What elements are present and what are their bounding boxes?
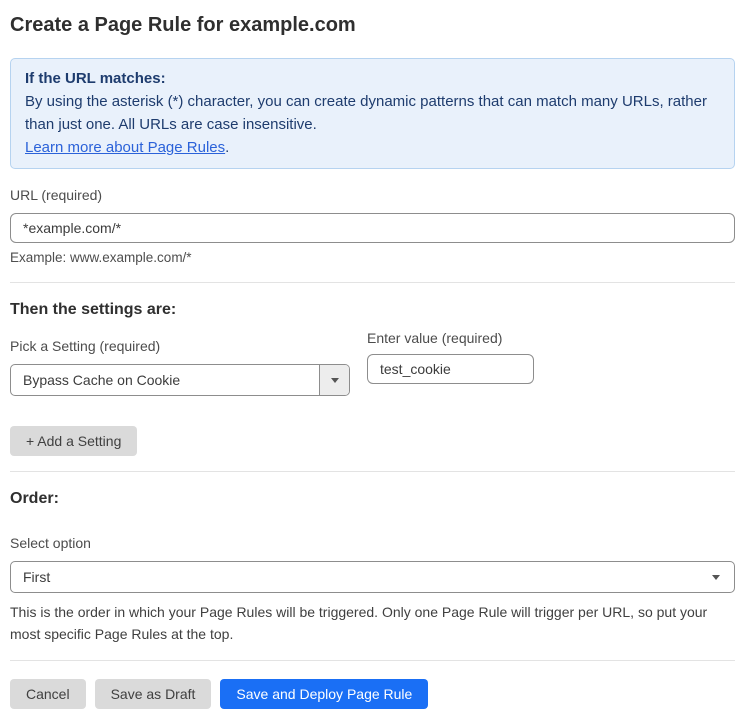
learn-more-link[interactable]: Learn more about Page Rules [25,139,225,156]
url-field-label: URL (required) [10,185,735,205]
divider [10,660,735,661]
pick-setting-dropdown[interactable]: Bypass Cache on Cookie [10,364,350,396]
form-actions: Cancel Save as Draft Save and Deploy Pag… [10,679,735,709]
pick-setting-column: Pick a Setting (required) Bypass Cache o… [10,320,350,396]
info-box-body: By using the asterisk (*) character, you… [25,90,720,136]
divider [10,471,735,472]
cancel-button[interactable]: Cancel [10,679,86,709]
page-title: Create a Page Rule for example.com [10,12,735,38]
order-dropdown[interactable]: First [10,561,735,593]
setting-value-input[interactable] [367,354,534,384]
info-box-link-line: Learn more about Page Rules. [25,136,720,159]
save-as-draft-button[interactable]: Save as Draft [95,679,212,709]
link-period: . [225,139,229,156]
settings-section-heading: Then the settings are: [10,300,735,320]
chevron-down-icon [712,575,720,580]
pick-setting-label: Pick a Setting (required) [10,336,350,356]
order-select-label: Select option [10,533,735,553]
enter-value-column: Enter value (required) [367,320,534,384]
url-matches-info-box: If the URL matches: By using the asteris… [10,58,735,169]
divider [10,282,735,283]
url-example-hint: Example: www.example.com/* [10,249,735,267]
dropdown-arrow-button[interactable] [319,365,349,395]
chevron-down-icon [331,378,339,383]
save-and-deploy-button[interactable]: Save and Deploy Page Rule [220,679,428,709]
enter-value-label: Enter value (required) [367,328,534,348]
url-input[interactable] [10,213,735,243]
pick-setting-selected-value: Bypass Cache on Cookie [11,372,319,388]
order-help-text: This is the order in which your Page Rul… [10,601,726,645]
order-section-heading: Order: [10,489,735,509]
info-box-heading: If the URL matches: [25,67,720,90]
order-selected-value: First [11,569,712,585]
setting-row: Pick a Setting (required) Bypass Cache o… [10,320,735,396]
add-setting-button[interactable]: + Add a Setting [10,426,137,456]
